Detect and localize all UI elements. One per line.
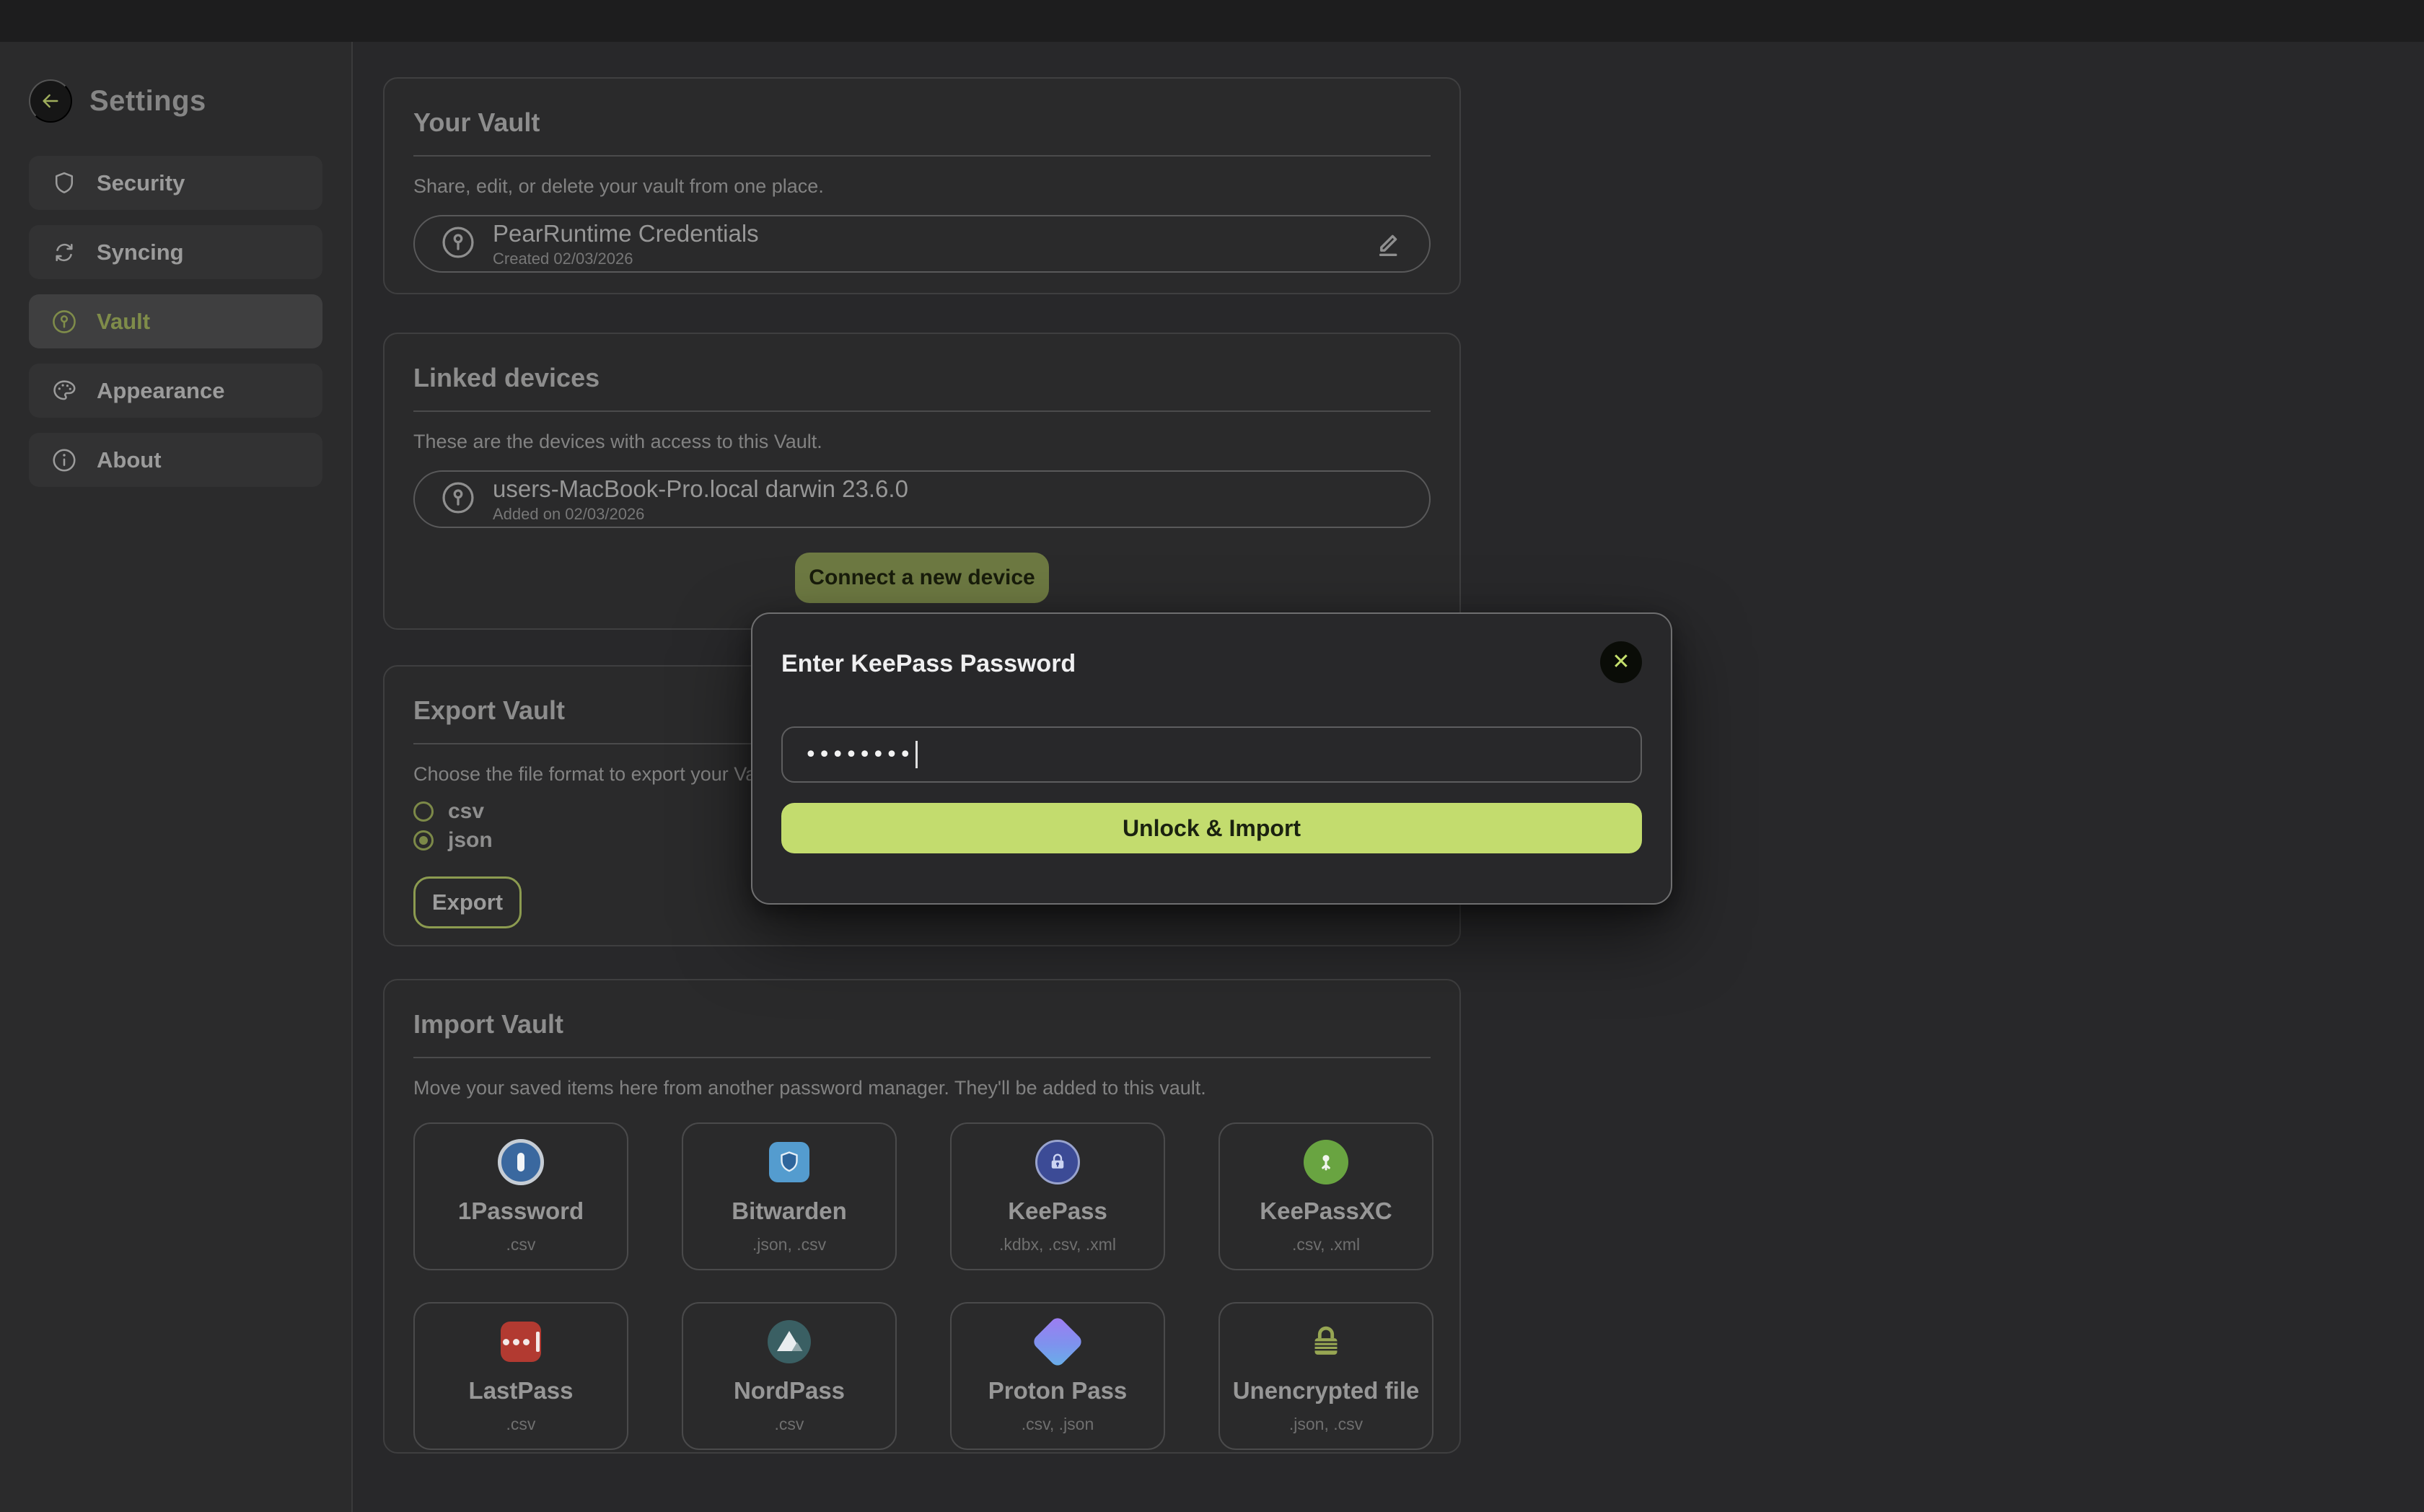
shield-icon — [50, 170, 78, 197]
keepassxc-icon — [1304, 1138, 1348, 1186]
section-description: These are the devices with access to thi… — [413, 431, 1431, 453]
key-icon — [50, 308, 78, 335]
sidebar-item-label: Syncing — [97, 239, 184, 265]
text-caret — [915, 741, 918, 768]
provider-formats: .csv — [506, 1235, 536, 1254]
provider-name: KeePassXC — [1260, 1197, 1392, 1225]
window-titlebar — [0, 0, 2424, 42]
dialog-title: Enter KeePass Password — [781, 650, 1076, 678]
sidebar-item-appearance[interactable]: Appearance — [29, 364, 322, 418]
info-icon — [50, 447, 78, 474]
import-provider-1password[interactable]: 1Password .csv — [413, 1122, 628, 1270]
proton-pass-icon — [1039, 1318, 1076, 1366]
provider-name: Unencrypted file — [1233, 1377, 1420, 1405]
provider-name: NordPass — [734, 1377, 845, 1405]
section-title: Import Vault — [413, 1009, 1431, 1040]
back-button[interactable] — [29, 79, 72, 123]
connect-button-wrap: Connect a new device — [413, 553, 1431, 603]
import-provider-lastpass[interactable]: LastPass .csv — [413, 1302, 628, 1450]
sidebar-item-vault[interactable]: Vault — [29, 294, 322, 348]
provider-name: Bitwarden — [732, 1197, 847, 1225]
close-button[interactable]: ✕ — [1600, 641, 1642, 683]
vault-item-text: PearRuntime Credentials Created 02/03/20… — [493, 220, 759, 268]
password-input[interactable]: •••••••• — [781, 726, 1642, 783]
import-provider-bitwarden[interactable]: Bitwarden .json, .csv — [682, 1122, 897, 1270]
import-provider-protonpass[interactable]: Proton Pass .csv, .json — [950, 1302, 1165, 1450]
import-provider-unencrypted[interactable]: Unencrypted file .json, .csv — [1218, 1302, 1433, 1450]
provider-grid: 1Password .csv Bitwarden .json, .csv — [413, 1122, 1431, 1450]
import-provider-nordpass[interactable]: NordPass .csv — [682, 1302, 897, 1450]
pencil-icon — [1371, 227, 1405, 260]
arrow-left-icon — [39, 89, 62, 113]
key-icon — [439, 224, 477, 265]
provider-name: LastPass — [469, 1377, 574, 1405]
padlock-icon — [1305, 1318, 1347, 1366]
1password-icon — [498, 1138, 544, 1186]
provider-formats: .json, .csv — [1289, 1415, 1363, 1434]
radio-csv[interactable] — [413, 801, 434, 822]
radio-label: csv — [448, 799, 484, 824]
password-masked-value: •••••••• — [804, 742, 913, 768]
vault-created-date: Created 02/03/2026 — [493, 250, 759, 268]
device-added-date: Added on 02/03/2026 — [493, 505, 908, 524]
vault-item-row[interactable]: PearRuntime Credentials Created 02/03/20… — [413, 215, 1431, 273]
provider-name: 1Password — [458, 1197, 584, 1225]
page-title: Settings — [89, 85, 206, 118]
section-title: Your Vault — [413, 107, 1431, 138]
divider — [413, 1057, 1431, 1058]
sidebar-item-label: Appearance — [97, 378, 224, 404]
bitwarden-icon — [769, 1138, 809, 1186]
divider — [413, 410, 1431, 412]
settings-sidebar: Settings Security Syncing Vault — [0, 42, 353, 1512]
sidebar-header: Settings — [29, 79, 351, 123]
import-vault-card: Import Vault Move your saved items here … — [383, 979, 1461, 1454]
sidebar-item-label: Security — [97, 170, 185, 196]
connect-new-device-button[interactable]: Connect a new device — [795, 553, 1049, 603]
lastpass-icon — [501, 1318, 541, 1366]
device-row[interactable]: users-MacBook-Pro.local darwin 23.6.0 Ad… — [413, 470, 1431, 528]
provider-formats: .kdbx, .csv, .xml — [999, 1235, 1116, 1254]
unlock-import-button[interactable]: Unlock & Import — [781, 803, 1642, 853]
sidebar-item-label: About — [97, 447, 162, 473]
import-provider-keepass[interactable]: KeePass .kdbx, .csv, .xml — [950, 1122, 1165, 1270]
section-title: Linked devices — [413, 363, 1431, 393]
provider-formats: .csv, .xml — [1292, 1235, 1360, 1254]
nordpass-icon — [766, 1318, 812, 1366]
radio-json[interactable] — [413, 830, 434, 850]
palette-icon — [50, 377, 78, 405]
provider-name: Proton Pass — [988, 1377, 1128, 1405]
linked-devices-card: Linked devices These are the devices wit… — [383, 333, 1461, 630]
settings-nav: Security Syncing Vault — [29, 156, 322, 487]
export-button[interactable]: Export — [413, 876, 522, 928]
sidebar-item-security[interactable]: Security — [29, 156, 322, 210]
provider-name: KeePass — [1008, 1197, 1107, 1225]
provider-formats: .json, .csv — [752, 1235, 826, 1254]
import-provider-keepassxc[interactable]: KeePassXC .csv, .xml — [1218, 1122, 1433, 1270]
sync-icon — [50, 239, 78, 266]
key-icon — [439, 479, 477, 520]
device-text: users-MacBook-Pro.local darwin 23.6.0 Ad… — [493, 475, 908, 524]
section-description: Share, edit, or delete your vault from o… — [413, 175, 1431, 198]
radio-label: json — [448, 828, 493, 853]
vault-name: PearRuntime Credentials — [493, 220, 759, 247]
your-vault-card: Your Vault Share, edit, or delete your v… — [383, 77, 1461, 294]
sidebar-item-label: Vault — [97, 309, 150, 335]
close-icon: ✕ — [1612, 651, 1630, 673]
keepass-password-dialog: Enter KeePass Password ✕ •••••••• Unlock… — [751, 612, 1672, 905]
section-description: Move your saved items here from another … — [413, 1077, 1431, 1099]
provider-formats: .csv — [506, 1415, 536, 1434]
edit-vault-button[interactable] — [1371, 227, 1405, 260]
keepass-icon — [1035, 1138, 1080, 1186]
provider-formats: .csv — [775, 1415, 804, 1434]
dialog-header: Enter KeePass Password ✕ — [781, 641, 1642, 683]
sidebar-item-syncing[interactable]: Syncing — [29, 225, 322, 279]
provider-formats: .csv, .json — [1022, 1415, 1094, 1434]
sidebar-item-about[interactable]: About — [29, 433, 322, 487]
divider — [413, 155, 1431, 157]
device-name: users-MacBook-Pro.local darwin 23.6.0 — [493, 475, 908, 503]
